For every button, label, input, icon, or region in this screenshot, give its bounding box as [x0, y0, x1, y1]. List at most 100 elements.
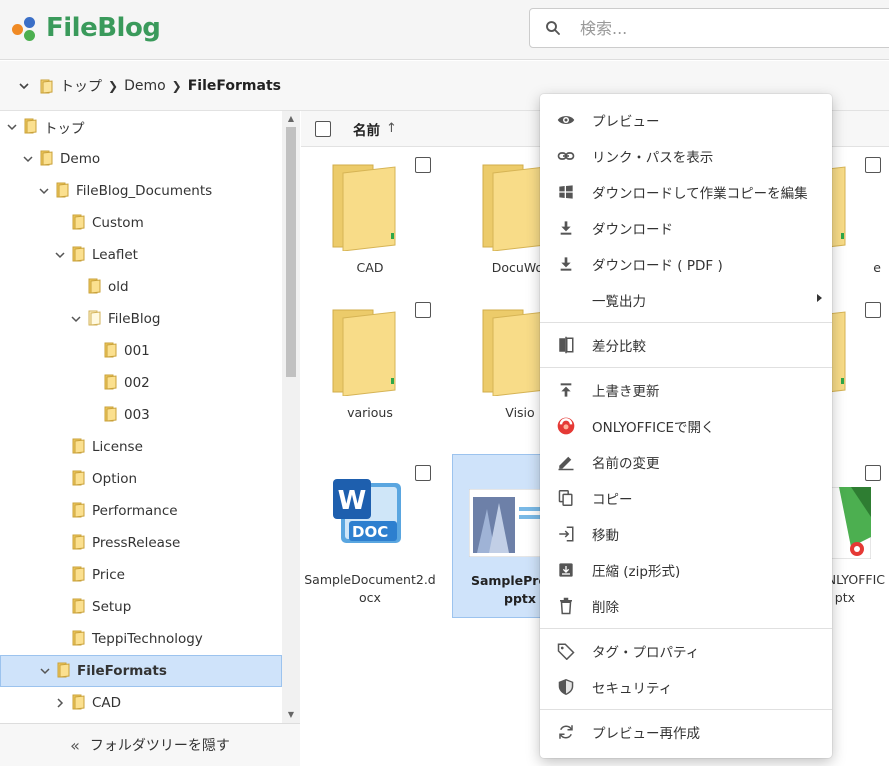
- context-menu-item[interactable]: プレビュー: [540, 102, 832, 138]
- tree-item-label: PressRelease: [92, 535, 181, 551]
- folder-icon: [332, 309, 396, 396]
- context-menu-item[interactable]: 削除: [540, 588, 832, 624]
- tree-item[interactable]: トップ: [0, 111, 282, 143]
- tree-scrollbar[interactable]: ▲ ▼: [282, 111, 300, 723]
- search-icon: [546, 21, 560, 35]
- folder-icon: [24, 117, 38, 138]
- tree-item-label: Custom: [92, 215, 144, 231]
- context-menu-item[interactable]: タグ・プロパティ: [540, 633, 832, 669]
- folder-icon: [72, 213, 86, 234]
- tree-item[interactable]: Performance: [0, 495, 282, 527]
- tile-checkbox[interactable]: [415, 302, 431, 318]
- context-menu-item[interactable]: ダウンロード: [540, 210, 832, 246]
- folder-icon: [40, 79, 53, 94]
- context-menu-label: 上書き更新: [592, 384, 660, 400]
- context-menu-label: 移動: [592, 528, 619, 544]
- context-menu-label: ダウンロードして作業コピーを編集: [592, 186, 808, 202]
- breadcrumb-label: トップ: [60, 78, 102, 95]
- context-menu-item[interactable]: セキュリティ: [540, 669, 832, 705]
- context-menu-item[interactable]: 差分比較: [540, 327, 832, 363]
- eye-icon: [556, 110, 576, 130]
- sort-up-icon[interactable]: ↑: [386, 121, 397, 136]
- tree-item[interactable]: CAD: [0, 687, 282, 719]
- context-menu-item[interactable]: 圧縮 (zip形式): [540, 552, 832, 588]
- select-all-checkbox[interactable]: [315, 120, 331, 137]
- context-menu-label: プレビュー再作成: [592, 726, 700, 742]
- context-menu-item[interactable]: 移動: [540, 516, 832, 552]
- tree-item[interactable]: FileFormats: [0, 655, 282, 687]
- chevron-down-icon[interactable]: [39, 665, 51, 677]
- chevron-right-icon[interactable]: [54, 697, 66, 709]
- tree-item[interactable]: Leaflet: [0, 239, 282, 271]
- file-tile[interactable]: various: [303, 298, 437, 448]
- breadcrumb-item-top[interactable]: トップ: [40, 76, 102, 96]
- tree-item-label: CAD: [92, 695, 122, 711]
- tree-item[interactable]: 003: [0, 399, 282, 431]
- tile-checkbox[interactable]: [415, 465, 431, 481]
- tree-item[interactable]: 002: [0, 367, 282, 399]
- breadcrumb-item-demo[interactable]: Demo: [124, 78, 166, 94]
- tree-item[interactable]: Option: [0, 463, 282, 495]
- tree-item[interactable]: FileBlog: [0, 303, 282, 335]
- tree-item-label: Price: [92, 567, 125, 583]
- tree-item[interactable]: TeppiTechnology: [0, 623, 282, 655]
- folder-icon: [56, 181, 70, 202]
- context-menu-item[interactable]: 一覧出力: [540, 282, 832, 318]
- tree-item[interactable]: PressRelease: [0, 527, 282, 559]
- link-icon: [556, 146, 576, 166]
- folder-icon: [72, 245, 86, 266]
- chevron-down-icon[interactable]: [22, 153, 34, 165]
- onlyoffice-thumbnail: [831, 487, 871, 559]
- tile-checkbox[interactable]: [415, 157, 431, 173]
- hide-tree-button[interactable]: « フォルダツリーを隠す: [0, 723, 300, 766]
- tree-item[interactable]: old: [0, 271, 282, 303]
- search-box[interactable]: [529, 8, 889, 48]
- scroll-thumb[interactable]: [286, 127, 296, 377]
- context-menu-item[interactable]: リンク・パスを表示: [540, 138, 832, 174]
- icon-spacer: [556, 290, 576, 310]
- context-menu-item[interactable]: ダウンロードして作業コピーを編集: [540, 174, 832, 210]
- tree-item[interactable]: Custom: [0, 207, 282, 239]
- search-input[interactable]: [580, 18, 860, 38]
- folder-icon: [104, 373, 118, 394]
- scroll-down-icon[interactable]: ▼: [286, 710, 296, 720]
- context-menu-item[interactable]: プレビュー再作成: [540, 714, 832, 750]
- scroll-up-icon[interactable]: ▲: [286, 114, 296, 124]
- context-menu-label: ダウンロード ( PDF ): [592, 258, 723, 274]
- context-menu-item[interactable]: 名前の変更: [540, 444, 832, 480]
- chevron-down-icon[interactable]: [38, 185, 50, 197]
- tile-checkbox[interactable]: [865, 465, 881, 481]
- column-name-label[interactable]: 名前: [353, 119, 380, 139]
- context-menu-item[interactable]: コピー: [540, 480, 832, 516]
- tree-item-label: 002: [124, 375, 150, 391]
- context-menu-item[interactable]: ダウンロード ( PDF ): [540, 246, 832, 282]
- folder-icon: [72, 629, 86, 650]
- chevron-down-icon[interactable]: [6, 121, 18, 133]
- chevron-down-icon[interactable]: [70, 313, 82, 325]
- tree-item[interactable]: License: [0, 431, 282, 463]
- tree-item-label: Option: [92, 471, 138, 487]
- file-tile[interactable]: W DOC SampleDocument2.d ocx: [303, 455, 437, 617]
- app-logo[interactable]: FileBlog: [12, 8, 161, 48]
- context-menu-item[interactable]: 上書き更新: [540, 372, 832, 408]
- context-menu-item[interactable]: ONLYOFFICEで開く: [540, 408, 832, 444]
- tree-item[interactable]: Setup: [0, 591, 282, 623]
- file-tile[interactable]: CAD: [303, 153, 437, 303]
- tile-checkbox[interactable]: [865, 157, 881, 173]
- context-menu-label: 圧縮 (zip形式): [592, 564, 681, 580]
- tree-item-label: License: [92, 439, 143, 455]
- tile-name: SampleDocument2.d ocx: [304, 572, 436, 605]
- tree-item-label: Leaflet: [92, 247, 138, 263]
- tile-checkbox[interactable]: [865, 302, 881, 318]
- tree-item[interactable]: FileBlog_Documents: [0, 175, 282, 207]
- tree-item[interactable]: Price: [0, 559, 282, 591]
- folder-icon: [57, 661, 71, 682]
- tree-item[interactable]: 001: [0, 335, 282, 367]
- chevron-down-icon[interactable]: [18, 80, 30, 92]
- chevron-down-icon[interactable]: [54, 249, 66, 261]
- tree-item[interactable]: Demo: [0, 143, 282, 175]
